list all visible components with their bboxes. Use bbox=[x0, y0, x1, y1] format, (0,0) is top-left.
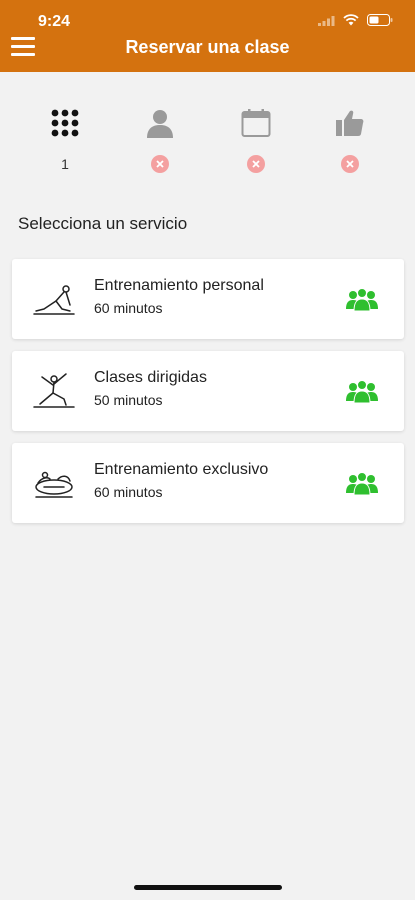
group-icon bbox=[346, 287, 378, 312]
service-card-dirigidas[interactable]: Clases dirigidas 50 minutos bbox=[12, 351, 404, 431]
group-icon bbox=[346, 379, 378, 404]
group-icon bbox=[346, 471, 378, 496]
service-card-exclusivo[interactable]: Entrenamiento exclusivo 60 minutos bbox=[12, 443, 404, 523]
step-confirm[interactable] bbox=[330, 106, 370, 174]
service-name: Clases dirigidas bbox=[94, 369, 207, 386]
service-duration: 50 minutos bbox=[94, 392, 163, 408]
status-time: 9:24 bbox=[38, 13, 71, 30]
status-icons bbox=[318, 12, 393, 32]
step-number: 1 bbox=[61, 156, 69, 172]
stretch-pose-icon bbox=[32, 279, 76, 319]
home-indicator[interactable] bbox=[134, 885, 282, 890]
pending-x-icon bbox=[341, 155, 359, 173]
grid-icon bbox=[45, 106, 85, 140]
wifi-icon bbox=[343, 13, 359, 31]
service-duration: 60 minutos bbox=[94, 484, 163, 500]
pending-x-icon bbox=[151, 155, 169, 173]
battery-icon bbox=[367, 13, 393, 31]
service-name: Entrenamiento exclusivo bbox=[94, 461, 269, 478]
service-duration: 60 minutos bbox=[94, 300, 163, 316]
section-heading: Selecciona un servicio bbox=[18, 214, 188, 233]
calendar-icon bbox=[236, 106, 276, 140]
pending-x-icon bbox=[247, 155, 265, 173]
gym-equipment-icon bbox=[32, 463, 76, 503]
step-trainer[interactable] bbox=[140, 106, 180, 174]
service-card-personal[interactable]: Entrenamiento personal 60 minutos bbox=[12, 259, 404, 339]
app-header: 9:24 Reservar una clase bbox=[0, 0, 415, 72]
service-name: Entrenamiento personal bbox=[94, 277, 264, 294]
signal-icon bbox=[318, 13, 335, 31]
step-date[interactable] bbox=[236, 106, 276, 174]
user-icon bbox=[140, 106, 180, 140]
lunge-pose-icon bbox=[32, 371, 76, 411]
step-service[interactable]: 1 bbox=[45, 106, 85, 174]
page-title: Reservar una clase bbox=[125, 37, 290, 57]
thumbs-up-icon bbox=[330, 106, 370, 140]
